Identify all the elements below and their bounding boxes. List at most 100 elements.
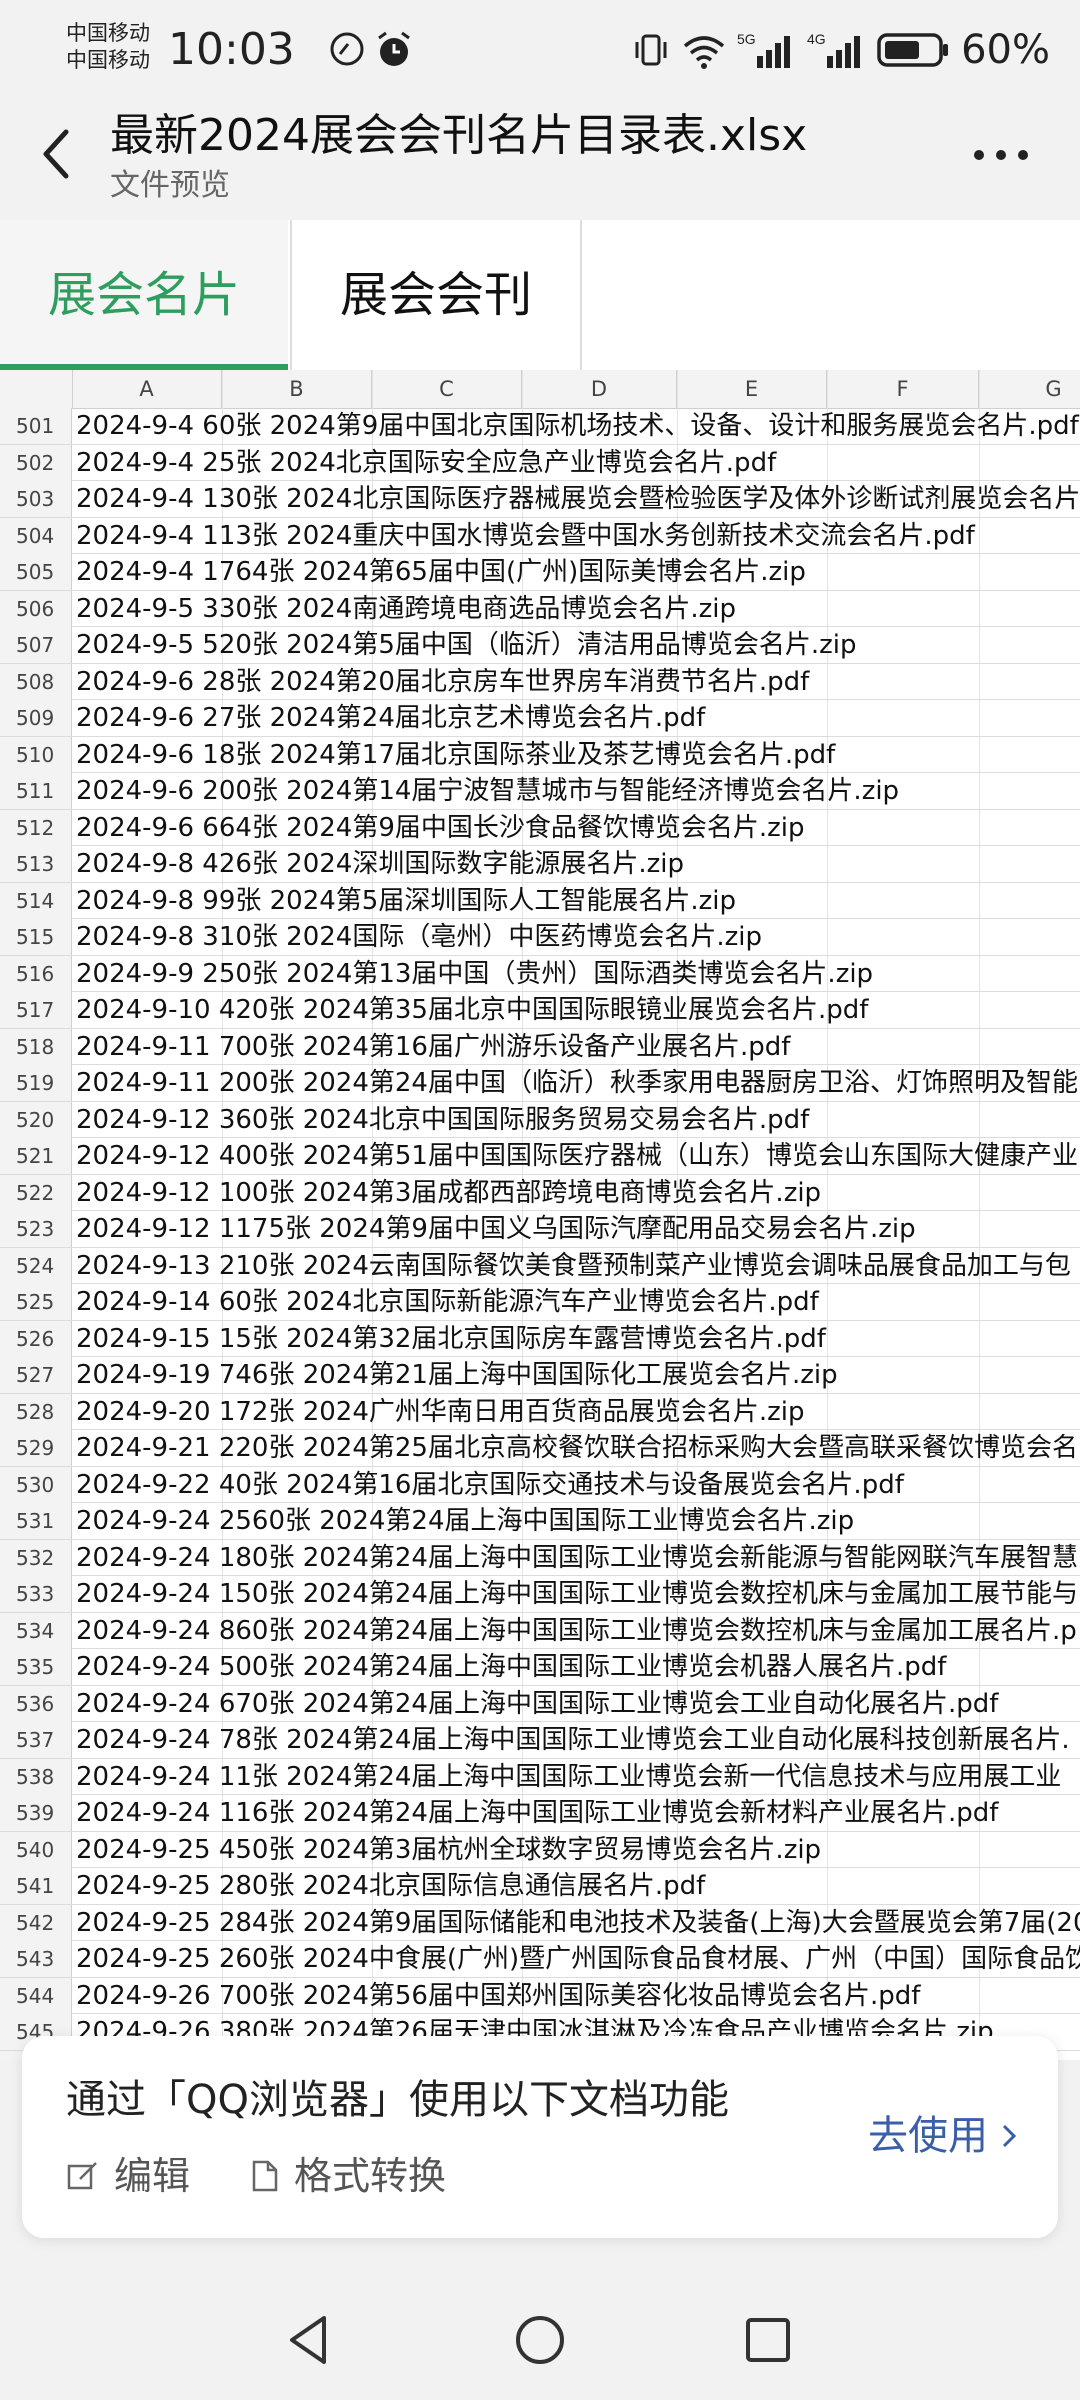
row-number[interactable]: 540: [0, 1831, 72, 1868]
row-number[interactable]: 503: [0, 481, 72, 517]
table-row[interactable]: 503 2024-9-4 130张 2024北京国际医疗器械展览会暨检验医学及体外…: [0, 481, 1080, 518]
table-row[interactable]: 537 2024-9-24 78张 2024第24届上海中国国际工业博览会工业自动…: [0, 1722, 1080, 1759]
cell-a[interactable]: 2024-9-8 426张 2024深圳国际数字能源展名片.zip: [76, 846, 684, 882]
cell-a[interactable]: 2024-9-24 180张 2024第24届上海中国国际工业博览会新能源与智能…: [76, 1540, 1078, 1576]
cell-a[interactable]: 2024-9-24 150张 2024第24届上海中国国际工业博览会数控机床与金…: [76, 1576, 1078, 1612]
cell-a[interactable]: 2024-9-15 15张 2024第32届北京国际房车露营博览会名片.pdf: [76, 1321, 826, 1357]
cell-a[interactable]: 2024-9-24 11张 2024第24届上海中国国际工业博览会新一代信息技术…: [76, 1759, 1061, 1795]
table-row[interactable]: 525 2024-9-14 60张 2024北京国际新能源汽车产业博览会名片.pd…: [0, 1284, 1080, 1321]
table-row[interactable]: 533 2024-9-24 150张 2024第24届上海中国国际工业博览会数控机…: [0, 1576, 1080, 1613]
table-row[interactable]: 536 2024-9-24 670张 2024第24届上海中国国际工业博览会工业自…: [0, 1685, 1080, 1722]
table-row[interactable]: 531 2024-9-24 2560张 2024第24届上海中国国际工业博览会名片…: [0, 1503, 1080, 1540]
table-row[interactable]: 514 2024-9-8 99张 2024第5届深圳国际人工智能展名片.zip: [0, 882, 1080, 919]
cell-a[interactable]: 2024-9-25 280张 2024北京国际信息通信展名片.pdf: [76, 1868, 705, 1904]
table-row[interactable]: 513 2024-9-8 426张 2024深圳国际数字能源展名片.zip: [0, 846, 1080, 883]
row-number[interactable]: 518: [0, 1028, 72, 1065]
cell-a[interactable]: 2024-9-22 40张 2024第16届北京国际交通技术与设备展览会名片.p…: [76, 1467, 904, 1503]
table-row[interactable]: 519 2024-9-11 200张 2024第24届中国（临沂）秋季家用电器厨房…: [0, 1065, 1080, 1102]
row-number[interactable]: 509: [0, 700, 72, 736]
row-number[interactable]: 516: [0, 955, 72, 992]
table-row[interactable]: 543 2024-9-25 260张 2024中食展(广州)暨广州国际食品食材展、…: [0, 1941, 1080, 1978]
table-row[interactable]: 502 2024-9-4 25张 2024北京国际安全应急产业博览会名片.pdf: [0, 444, 1080, 481]
edit-feature[interactable]: 编辑: [66, 2150, 190, 2202]
table-row[interactable]: 501 2024-9-4 60张 2024第9届中国北京国际机场技术、设备、设计和…: [0, 408, 1080, 445]
row-number[interactable]: 522: [0, 1174, 72, 1211]
cell-a[interactable]: 2024-9-4 113张 2024重庆中国水博览会暨中国水务创新技术交流会名片…: [76, 518, 975, 554]
table-row[interactable]: 518 2024-9-11 700张 2024第16届广州游乐设备产业展名片.pd…: [0, 1028, 1080, 1065]
nav-recents-icon[interactable]: [738, 2310, 798, 2370]
row-number[interactable]: 523: [0, 1211, 72, 1247]
cell-a[interactable]: 2024-9-6 664张 2024第9届中国长沙食品餐饮博览会名片.zip: [76, 810, 805, 846]
cell-a[interactable]: 2024-9-12 100张 2024第3届成都西部跨境电商博览会名片.zip: [76, 1175, 821, 1211]
row-number[interactable]: 515: [0, 919, 72, 955]
row-number[interactable]: 536: [0, 1685, 72, 1722]
column-header-e[interactable]: E: [677, 370, 827, 408]
table-row[interactable]: 527 2024-9-19 746张 2024第21届上海中国国际化工展览会名片.…: [0, 1357, 1080, 1394]
table-row[interactable]: 541 2024-9-25 280张 2024北京国际信息通信展名片.pdf: [0, 1868, 1080, 1905]
table-row[interactable]: 515 2024-9-8 310张 2024国际（亳州）中医药博览会名片.zip: [0, 919, 1080, 956]
row-number[interactable]: 525: [0, 1284, 72, 1320]
nav-home-icon[interactable]: [510, 2310, 570, 2370]
table-row[interactable]: 504 2024-9-4 113张 2024重庆中国水博览会暨中国水务创新技术交流…: [0, 517, 1080, 554]
cell-a[interactable]: 2024-9-19 746张 2024第21届上海中国国际化工展览会名片.zip: [76, 1357, 838, 1393]
column-header-g[interactable]: G: [979, 370, 1080, 408]
nav-back-icon[interactable]: [280, 2310, 340, 2370]
cell-a[interactable]: 2024-9-4 130张 2024北京国际医疗器械展览会暨检验医学及体外诊断试…: [76, 481, 1080, 517]
row-number[interactable]: 526: [0, 1320, 72, 1357]
cell-a[interactable]: 2024-9-5 330张 2024南通跨境电商选品博览会名片.zip: [76, 591, 736, 627]
table-row[interactable]: 526 2024-9-15 15张 2024第32届北京国际房车露营博览会名片.p…: [0, 1320, 1080, 1357]
row-number[interactable]: 531: [0, 1503, 72, 1539]
row-number[interactable]: 537: [0, 1722, 72, 1758]
table-row[interactable]: 510 2024-9-6 18张 2024第17届北京国际茶业及茶艺博览会名片.p…: [0, 736, 1080, 773]
row-number[interactable]: 510: [0, 736, 72, 773]
row-number[interactable]: 512: [0, 809, 72, 846]
table-row[interactable]: 540 2024-9-25 450张 2024第3届杭州全球数字贸易博览会名片.z…: [0, 1831, 1080, 1868]
spreadsheet[interactable]: A B C D E F G 501 2024-9-4 60张 2024第9届中国北…: [0, 370, 1080, 2060]
cell-a[interactable]: 2024-9-6 27张 2024第24届北京艺术博览会名片.pdf: [76, 700, 705, 736]
row-number[interactable]: 533: [0, 1576, 72, 1612]
cell-a[interactable]: 2024-9-21 220张 2024第25届北京高校餐饮联合招标采购大会暨高联…: [76, 1430, 1078, 1466]
back-arrow-icon[interactable]: [36, 124, 76, 184]
row-number[interactable]: 535: [0, 1649, 72, 1685]
table-row[interactable]: 509 2024-9-6 27张 2024第24届北京艺术博览会名片.pdf: [0, 700, 1080, 737]
cell-a[interactable]: 2024-9-12 400张 2024第51届中国国际医疗器械（山东）博览会山东…: [76, 1138, 1078, 1174]
table-row[interactable]: 535 2024-9-24 500张 2024第24届上海中国国际工业博览会机器人…: [0, 1649, 1080, 1686]
column-header-a[interactable]: A: [72, 370, 222, 408]
cell-a[interactable]: 2024-9-24 500张 2024第24届上海中国国际工业博览会机器人展名片…: [76, 1649, 946, 1685]
cell-a[interactable]: 2024-9-13 210张 2024云南国际餐饮美食暨预制菜产业博览会调味品展…: [76, 1248, 1071, 1284]
table-row[interactable]: 512 2024-9-6 664张 2024第9届中国长沙食品餐饮博览会名片.zi…: [0, 809, 1080, 846]
cell-a[interactable]: 2024-9-24 860张 2024第24届上海中国国际工业博览会数控机床与金…: [76, 1613, 1077, 1649]
row-number[interactable]: 530: [0, 1466, 72, 1503]
table-row[interactable]: 523 2024-9-12 1175张 2024第9届中国义乌国际汽摩配用品交易会…: [0, 1211, 1080, 1248]
go-use-button[interactable]: 去使用: [868, 2108, 1018, 2164]
cell-a[interactable]: 2024-9-24 2560张 2024第24届上海中国国际工业博览会名片.zi…: [76, 1503, 854, 1539]
cell-a[interactable]: 2024-9-6 200张 2024第14届宁波智慧城市与智能经济博览会名片.z…: [76, 773, 899, 809]
row-number[interactable]: 511: [0, 773, 72, 809]
row-number[interactable]: 517: [0, 992, 72, 1028]
row-number[interactable]: 513: [0, 846, 72, 882]
row-number[interactable]: 520: [0, 1101, 72, 1138]
tab-exhibition-journal[interactable]: 展会会刊: [290, 220, 582, 370]
cell-a[interactable]: 2024-9-14 60张 2024北京国际新能源汽车产业博览会名片.pdf: [76, 1284, 819, 1320]
row-number[interactable]: 539: [0, 1795, 72, 1831]
table-row[interactable]: 521 2024-9-12 400张 2024第51届中国国际医疗器械（山东）博览…: [0, 1138, 1080, 1175]
cell-a[interactable]: 2024-9-6 28张 2024第20届北京房车世界房车消费节名片.pdf: [76, 664, 809, 700]
cell-a[interactable]: 2024-9-6 18张 2024第17届北京国际茶业及茶艺博览会名片.pdf: [76, 737, 835, 773]
cell-a[interactable]: 2024-9-11 200张 2024第24届中国（临沂）秋季家用电器厨房卫浴、…: [76, 1065, 1078, 1101]
cell-a[interactable]: 2024-9-5 520张 2024第5届中国（临沂）清洁用品博览会名片.zip: [76, 627, 857, 663]
row-number[interactable]: 514: [0, 882, 72, 919]
table-row[interactable]: 538 2024-9-24 11张 2024第24届上海中国国际工业博览会新一代信…: [0, 1758, 1080, 1795]
row-number[interactable]: 532: [0, 1539, 72, 1576]
table-row[interactable]: 534 2024-9-24 860张 2024第24届上海中国国际工业博览会数控机…: [0, 1612, 1080, 1649]
table-row[interactable]: 520 2024-9-12 360张 2024北京中国国际服务贸易交易会名片.pd…: [0, 1101, 1080, 1138]
row-number[interactable]: 538: [0, 1758, 72, 1795]
row-number[interactable]: 541: [0, 1868, 72, 1904]
cell-a[interactable]: 2024-9-25 260张 2024中食展(广州)暨广州国际食品食材展、广州（…: [76, 1941, 1080, 1977]
cell-a[interactable]: 2024-9-4 1764张 2024第65届中国(广州)国际美博会名片.zip: [76, 554, 806, 590]
table-row[interactable]: 506 2024-9-5 330张 2024南通跨境电商选品博览会名片.zip: [0, 590, 1080, 627]
table-row[interactable]: 528 2024-9-20 172张 2024广州华南日用百货商品展览会名片.zi…: [0, 1393, 1080, 1430]
format-convert-feature[interactable]: 格式转换: [250, 2150, 446, 2202]
cell-a[interactable]: 2024-9-25 450张 2024第3届杭州全球数字贸易博览会名片.zip: [76, 1832, 821, 1868]
row-number[interactable]: 524: [0, 1247, 72, 1284]
table-row[interactable]: 508 2024-9-6 28张 2024第20届北京房车世界房车消费节名片.pd…: [0, 663, 1080, 700]
